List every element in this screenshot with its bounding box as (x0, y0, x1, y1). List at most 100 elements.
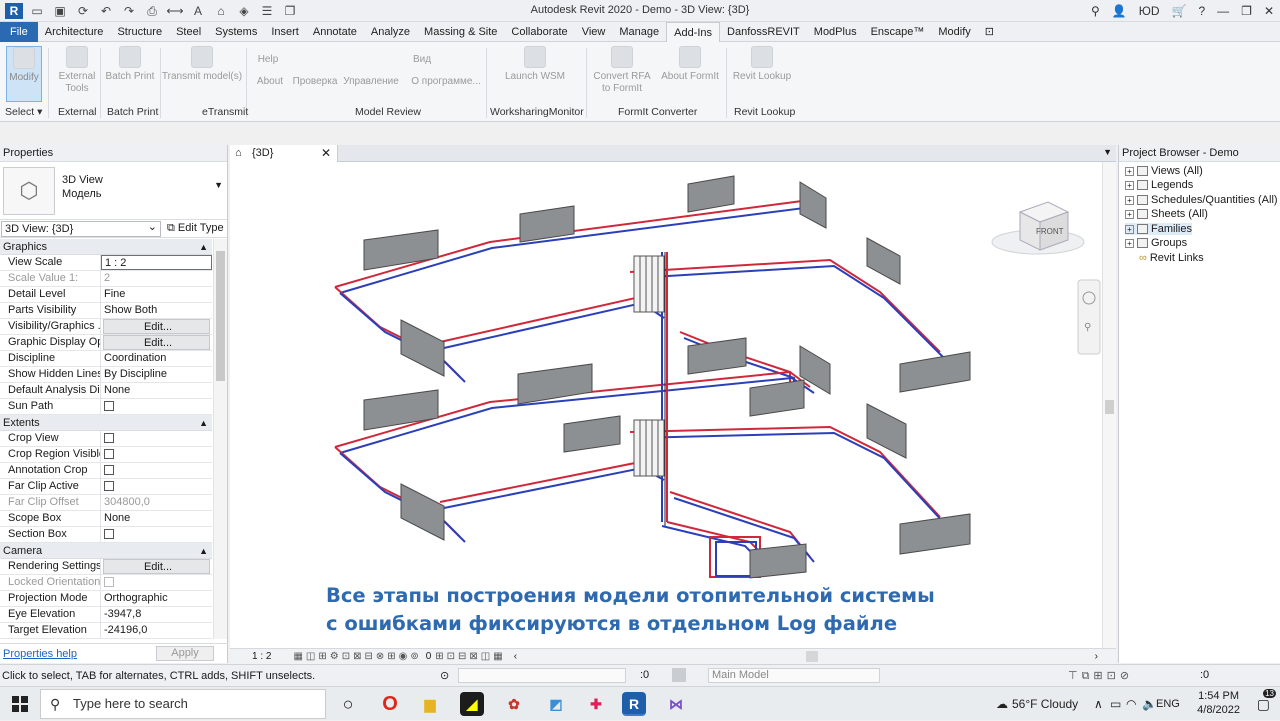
revit-lookup-button[interactable]: Revit Lookup (730, 46, 794, 102)
analysis-value[interactable]: None (101, 383, 212, 398)
transmit-models-button[interactable]: Transmit model(s) (160, 46, 244, 102)
collapse-icon[interactable]: ▲ (199, 239, 208, 255)
batch-print-button[interactable]: Batch Print (104, 46, 156, 102)
manage-button[interactable]: Управление (342, 76, 400, 132)
section-extents[interactable]: Extents ▲ (0, 415, 212, 431)
tab-insert[interactable]: Insert (264, 22, 306, 42)
edit-app-icon[interactable]: ◩ (544, 692, 568, 716)
windows-start-icon[interactable] (12, 696, 28, 712)
wifi-icon[interactable]: ◠ (1126, 687, 1136, 721)
measure-icon[interactable]: ⟷ (166, 3, 184, 19)
parts-visibility-value[interactable]: Show Both (101, 303, 212, 318)
about-formit-button[interactable]: About FormIt (658, 46, 722, 102)
task-view-icon[interactable]: ○ (336, 692, 360, 716)
close-icon[interactable]: ✕ (321, 145, 331, 162)
revit-taskbar-icon[interactable]: R (622, 692, 646, 716)
collapse-icon[interactable]: ▲ (199, 543, 208, 559)
selection-filter-icons[interactable]: ⊤⧉⊞⊡⊘ (1068, 669, 1133, 683)
binoculars-icon[interactable]: ⚲ (1091, 4, 1100, 18)
browser-item-schedules[interactable]: + Schedules/Quantities (All) (1125, 194, 1278, 206)
switch-windows-icon[interactable]: ❐ (281, 3, 299, 19)
sticky-app-icon[interactable]: ◢ (460, 692, 484, 716)
edit-type-button[interactable]: ⧉ Edit Type (167, 222, 224, 235)
tab-structure[interactable]: Structure (110, 22, 169, 42)
view-controls-icons[interactable]: ▦◫⊞⚙⊡⊠⊟⊗⊞◉⊚ (293, 651, 421, 662)
browser-item-groups[interactable]: + Groups (1125, 237, 1187, 249)
undo-icon[interactable]: ↶ (97, 3, 115, 19)
view-controls-icons-2[interactable]: ⊞⊡⊟⊠◫▦ (435, 651, 505, 662)
properties-scrollbar[interactable] (213, 239, 227, 639)
target-elevation-value[interactable]: -24196,0 (101, 623, 212, 638)
modify-button[interactable]: Modify (6, 46, 42, 102)
network-icon[interactable]: ▭ (1110, 687, 1121, 721)
expand-icon[interactable]: + (1125, 224, 1134, 234)
chevron-right-icon[interactable]: › (1095, 651, 1098, 662)
view-scale-field[interactable]: 1 : 2 (101, 255, 212, 270)
close-button[interactable]: ✕ (1264, 4, 1274, 18)
tab-3d-view[interactable]: ⌂ {3D} ✕ (230, 145, 338, 162)
view-scrollbar[interactable] (1102, 162, 1116, 648)
tab-collaborate[interactable]: Collaborate (504, 22, 574, 42)
chevron-up-icon[interactable]: ∧ (1094, 687, 1103, 721)
chevron-left-icon[interactable]: ‹ (514, 651, 517, 662)
expand-icon[interactable]: + (1125, 180, 1134, 190)
browser-item-sheets[interactable]: + Sheets (All) (1125, 208, 1208, 220)
type-selector[interactable]: ⬡ 3D View Модель ▼ (0, 162, 227, 220)
tab-architecture[interactable]: Architecture (38, 22, 111, 42)
slack-icon[interactable]: ✚ (584, 692, 608, 716)
external-tools-button[interactable]: External Tools (54, 46, 100, 102)
vg-edit-button[interactable]: Edit... (103, 319, 210, 334)
browser-item-legends[interactable]: + Legends (1125, 179, 1193, 191)
instance-selector[interactable]: 3D View: {3D} (1, 220, 161, 237)
workset-icon[interactable]: ⊙ (440, 669, 449, 682)
weather-text[interactable]: 56°F Cloudy (1012, 687, 1078, 721)
tab-add-ins[interactable]: Add-Ins (666, 21, 721, 42)
crop-view-checkbox[interactable] (104, 433, 114, 443)
sun-path-checkbox[interactable] (104, 401, 114, 411)
scale-control[interactable]: 1 : 2 (252, 651, 271, 662)
sync-icon[interactable]: ⟳ (74, 3, 92, 19)
section-camera[interactable]: Camera ▲ (0, 543, 212, 559)
tab-manage[interactable]: Manage (612, 22, 666, 42)
taskbar-search[interactable]: ⚲ Type here to search (40, 689, 326, 719)
group-select[interactable]: Select ▾ (5, 106, 42, 118)
zoom-icon[interactable]: ⚲ (1084, 322, 1091, 333)
about-button[interactable]: About (252, 76, 288, 132)
minimize-button[interactable]: — (1217, 4, 1229, 18)
tab-danfossrevit[interactable]: DanfossREVIT (720, 22, 807, 42)
tab-systems[interactable]: Systems (208, 22, 264, 42)
tab-analyze[interactable]: Analyze (364, 22, 417, 42)
browser-item-families[interactable]: + Families (1125, 223, 1192, 235)
apply-button[interactable]: Apply (156, 646, 214, 661)
annotation-crop-checkbox[interactable] (104, 465, 114, 475)
user-icon[interactable]: 👤 (1112, 4, 1127, 18)
expand-icon[interactable]: + (1125, 238, 1134, 248)
text-icon[interactable]: A (189, 3, 207, 19)
tab-modplus[interactable]: ModPlus (807, 22, 864, 42)
volume-icon[interactable]: 🔈 (1142, 687, 1157, 721)
rendering-edit-button[interactable]: Edit... (103, 559, 210, 574)
hidden-lines-value[interactable]: By Discipline (101, 367, 212, 382)
opera-icon[interactable]: O (378, 692, 402, 716)
print-icon[interactable]: ⎙ (143, 3, 161, 19)
visual-studio-icon[interactable]: ⋈ (664, 692, 688, 716)
convert-rfa-button[interactable]: Convert RFA to FormIt (590, 46, 654, 102)
section-graphics[interactable]: Graphics ▲ (0, 239, 212, 255)
help-icon[interactable]: ? (1198, 4, 1205, 18)
check-button[interactable]: Проверка (290, 76, 340, 132)
browser-item-revit-links[interactable]: ∞ Revit Links (1139, 252, 1204, 264)
tab-enscape-[interactable]: Enscape™ (864, 22, 932, 42)
workset-dropdown[interactable] (458, 668, 626, 683)
projection-mode-value[interactable]: Orthographic (101, 591, 212, 606)
tab-file[interactable]: File (0, 21, 38, 42)
open-icon[interactable]: ▭ (28, 3, 46, 19)
cart-icon[interactable]: 🛒 (1172, 4, 1187, 18)
section-box-checkbox[interactable] (104, 529, 114, 539)
properties-help-link[interactable]: Properties help (3, 648, 77, 660)
tab-view[interactable]: View (575, 22, 613, 42)
collapse-icon[interactable]: ▲ (199, 415, 208, 431)
file-explorer-icon[interactable]: ▆ (418, 692, 442, 716)
expand-icon[interactable]: + (1125, 166, 1134, 176)
expand-icon[interactable]: + (1125, 209, 1134, 219)
tab-modify[interactable]: Modify (931, 22, 977, 42)
